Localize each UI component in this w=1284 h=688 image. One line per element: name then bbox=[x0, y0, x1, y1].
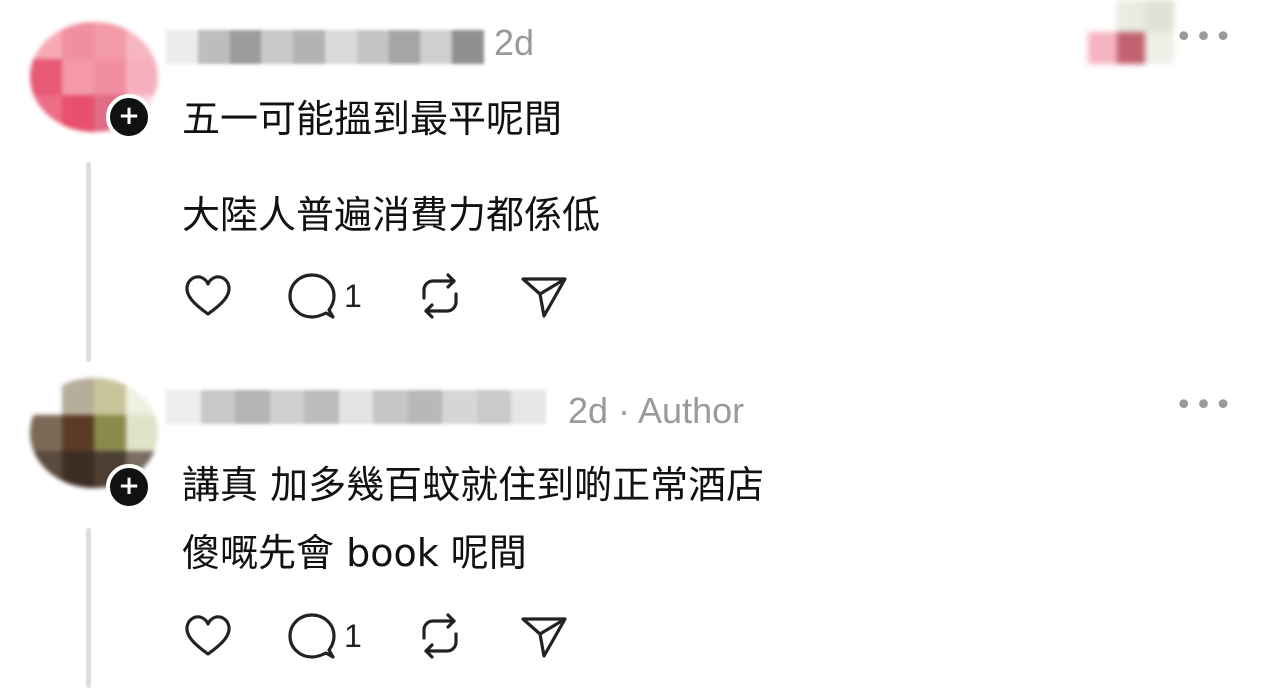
reply-button[interactable]: 1 bbox=[286, 270, 362, 322]
repost-icon bbox=[422, 273, 458, 319]
thread-line bbox=[86, 162, 91, 362]
reply-count: 1 bbox=[344, 617, 362, 654]
reply-post: + 2d ••• 五一可能搵到最平呢間 大陸人普遍消費力都係低 1 bbox=[0, 0, 1284, 370]
like-button[interactable] bbox=[182, 270, 234, 322]
repost-button[interactable] bbox=[414, 610, 466, 662]
thread-line bbox=[86, 528, 91, 688]
post-text-line-2: 傻嘅先會 book 呢間 bbox=[182, 531, 527, 575]
reply-button[interactable]: 1 bbox=[286, 610, 362, 662]
redacted-image bbox=[1088, 0, 1174, 64]
heart-icon bbox=[185, 275, 231, 316]
heart-icon bbox=[185, 615, 231, 656]
follow-plus-icon[interactable]: + bbox=[106, 94, 152, 140]
reply-count: 1 bbox=[344, 277, 362, 314]
action-bar: 1 bbox=[182, 270, 622, 322]
more-options-icon[interactable]: ••• bbox=[1175, 388, 1234, 423]
repost-button[interactable] bbox=[414, 270, 466, 322]
follow-plus-icon[interactable]: + bbox=[106, 464, 152, 510]
send-icon bbox=[521, 277, 567, 318]
send-icon bbox=[521, 617, 567, 658]
share-button[interactable] bbox=[518, 610, 570, 662]
repost-icon bbox=[422, 613, 458, 659]
post-text-line-1: 五一可能搵到最平呢間 bbox=[182, 97, 563, 141]
share-button[interactable] bbox=[518, 270, 570, 322]
post-text-line-2: 大陸人普遍消費力都係低 bbox=[182, 193, 601, 237]
more-options-icon[interactable]: ••• bbox=[1175, 20, 1234, 55]
comment-icon bbox=[288, 273, 336, 319]
action-bar: 1 bbox=[182, 610, 622, 662]
username-redacted[interactable] bbox=[166, 390, 547, 424]
like-button[interactable] bbox=[182, 610, 234, 662]
reply-post: + 2d · Author ••• 講真 加多幾百蚊就住到啲正常酒店 傻嘅先會 … bbox=[0, 370, 1284, 688]
post-meta: 2d · Author bbox=[568, 390, 745, 431]
username-redacted[interactable] bbox=[166, 30, 484, 64]
post-time: 2d bbox=[494, 22, 535, 63]
post-text-line-1: 講真 加多幾百蚊就住到啲正常酒店 bbox=[182, 463, 765, 507]
comment-icon bbox=[288, 613, 336, 659]
